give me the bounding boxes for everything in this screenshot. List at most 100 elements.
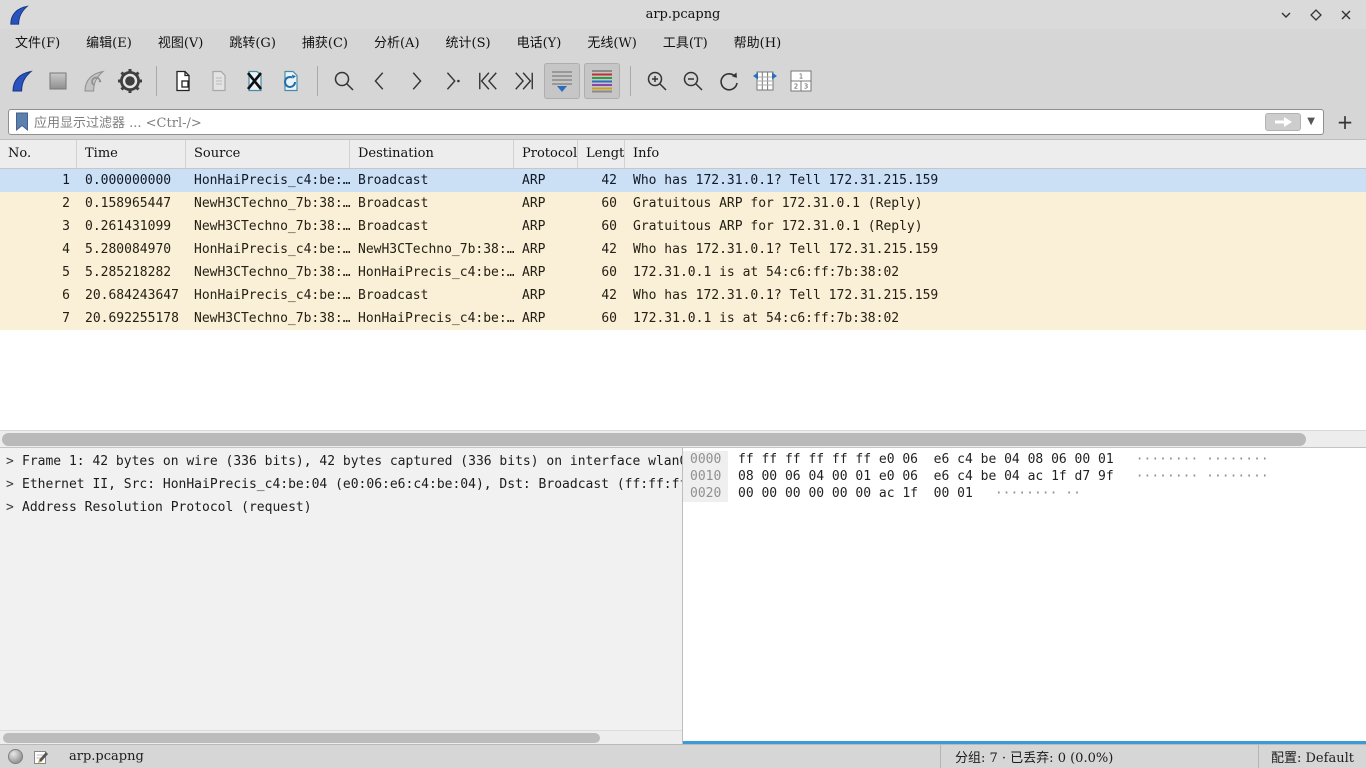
capture-options-icon[interactable] [114,63,146,99]
hex-dump-row[interactable]: 0020 00 00 00 00 00 00 ac 1f 00 01 ·····… [683,485,1366,502]
cell-protocol: ARP [514,284,578,307]
cell-time: 5.280084970 [77,238,186,261]
filter-bookmark-icon[interactable] [14,112,30,132]
packet-row[interactable]: 7 20.692255178 NewH3CTechno_7b:38:… HonH… [0,307,1366,330]
scrollbar-thumb[interactable] [3,733,600,743]
menu-item[interactable]: 视图(V) [145,29,217,58]
open-file-icon[interactable] [167,63,199,99]
cell-time: 5.285218282 [77,261,186,284]
packet-details-pane: > Frame 1: 42 bytes on wire (336 bits), … [0,448,683,744]
start-capture-icon[interactable] [6,63,38,99]
packet-row[interactable]: 2 0.158965447 NewH3CTechno_7b:38:… Broad… [0,192,1366,215]
packet-row[interactable]: 6 20.684243647 HonHaiPrecis_c4:be:… Broa… [0,284,1366,307]
menu-item[interactable]: 电话(Y) [504,29,575,58]
cell-source: NewH3CTechno_7b:38:… [186,215,350,238]
menu-item[interactable]: 统计(S) [433,29,504,58]
scrollbar-thumb[interactable] [2,433,1306,446]
menu-item[interactable]: 分析(A) [361,29,433,58]
svg-text:1: 1 [799,73,803,81]
filter-dropdown-caret-icon[interactable]: ▼ [1307,116,1315,127]
column-header[interactable]: Protocol [514,140,578,168]
cell-length: 60 [578,261,625,284]
menu-item[interactable]: 跳转(G) [216,29,289,58]
close-icon[interactable] [1336,5,1356,25]
column-header[interactable]: Time [77,140,186,168]
go-forward-icon[interactable] [400,63,432,99]
cell-time: 0.000000000 [77,169,186,192]
apply-filter-arrow-icon[interactable] [1265,113,1301,131]
capture-comment-icon[interactable] [33,749,49,765]
cell-no: 2 [0,192,77,215]
cell-no: 4 [0,238,77,261]
cell-time: 0.158965447 [77,192,186,215]
resize-columns-icon[interactable] [749,63,781,99]
cell-protocol: ARP [514,169,578,192]
menu-item[interactable]: 工具(T) [650,29,721,58]
column-header[interactable]: No. [0,140,77,168]
packet-row[interactable]: 1 0.000000000 HonHaiPrecis_c4:be:… Broad… [0,169,1366,192]
column-header[interactable]: Info [625,140,1366,168]
cell-destination: Broadcast [350,215,514,238]
layout-icon[interactable]: 123 [785,63,817,99]
column-header[interactable]: Length [578,140,625,168]
save-file-icon[interactable] [203,63,235,99]
packet-row[interactable]: 3 0.261431099 NewH3CTechno_7b:38:… Broad… [0,215,1366,238]
expander-chevron-icon[interactable]: > [6,496,22,519]
colorize-icon[interactable] [584,63,620,99]
menu-item[interactable]: 捕获(C) [289,29,361,58]
cell-length: 60 [578,192,625,215]
window-title: arp.pcapng [0,7,1366,22]
go-last-icon[interactable] [508,63,540,99]
go-back-icon[interactable] [364,63,396,99]
go-to-packet-icon[interactable] [436,63,468,99]
details-hscrollbar[interactable] [0,730,682,744]
minimize-icon[interactable] [1276,5,1296,25]
toolbar-separator [317,66,318,96]
expander-chevron-icon[interactable]: > [6,450,22,473]
maximize-icon[interactable] [1306,5,1326,25]
cell-destination: Broadcast [350,169,514,192]
display-filter-input[interactable]: 应用显示过滤器 ... <Ctrl-/> ▼ [8,109,1324,135]
cell-info: 172.31.0.1 is at 54:c6:ff:7b:38:02 [625,307,1366,330]
hex-dump-row[interactable]: 0010 08 00 06 04 00 01 e0 06 e6 c4 be 04… [683,468,1366,485]
menu-item[interactable]: 无线(W) [574,29,650,58]
cell-info: Gratuitous ARP for 172.31.0.1 (Reply) [625,215,1366,238]
menu-item[interactable]: 文件(F) [2,29,73,58]
zoom-reset-icon[interactable] [713,63,745,99]
auto-scroll-icon[interactable] [544,63,580,99]
detail-tree-item[interactable]: > Ethernet II, Src: HonHaiPrecis_c4:be:0… [0,473,682,496]
statusbar-profile[interactable]: 配置: Default [1258,745,1366,768]
menu-item[interactable]: 编辑(E) [73,29,145,58]
hex-dump-row[interactable]: 0000 ff ff ff ff ff ff e0 06 e6 c4 be 04… [683,451,1366,468]
column-header[interactable]: Destination [350,140,514,168]
restart-capture-icon[interactable] [78,63,110,99]
packet-list-hscrollbar[interactable] [0,430,1366,448]
statusbar-filename[interactable]: arp.pcapng [69,749,144,764]
toolbar-separator [630,66,631,96]
statusbar-packet-count: 分组: 7 · 已丢弃: 0 (0.0%) [940,745,1258,768]
cell-no: 7 [0,307,77,330]
menu-item[interactable]: 帮助(H) [721,29,794,58]
find-packet-icon[interactable] [328,63,360,99]
packet-row[interactable]: 5 5.285218282 NewH3CTechno_7b:38:… HonHa… [0,261,1366,284]
zoom-in-icon[interactable] [641,63,673,99]
zoom-out-icon[interactable] [677,63,709,99]
go-first-icon[interactable] [472,63,504,99]
expander-chevron-icon[interactable]: > [6,473,22,496]
stop-capture-icon[interactable] [42,63,74,99]
expert-info-icon[interactable] [8,749,23,764]
hex-offset: 0020 [683,485,728,502]
detail-text: Frame 1: 42 bytes on wire (336 bits), 42… [22,450,682,473]
detail-tree-item[interactable]: > Address Resolution Protocol (request) [0,496,682,519]
hex-ascii: ········ ········ [1114,451,1269,468]
column-header[interactable]: Source [186,140,350,168]
hex-bytes: 08 00 06 04 00 01 e0 06 e6 c4 be 04 ac 1… [728,468,1114,485]
add-filter-button[interactable]: + [1332,109,1358,135]
cell-time: 20.692255178 [77,307,186,330]
cell-destination: Broadcast [350,192,514,215]
detail-tree-item[interactable]: > Frame 1: 42 bytes on wire (336 bits), … [0,450,682,473]
reload-file-icon[interactable] [275,63,307,99]
svg-text:2: 2 [794,83,798,91]
packet-row[interactable]: 4 5.280084970 HonHaiPrecis_c4:be:… NewH3… [0,238,1366,261]
close-file-icon[interactable] [239,63,271,99]
